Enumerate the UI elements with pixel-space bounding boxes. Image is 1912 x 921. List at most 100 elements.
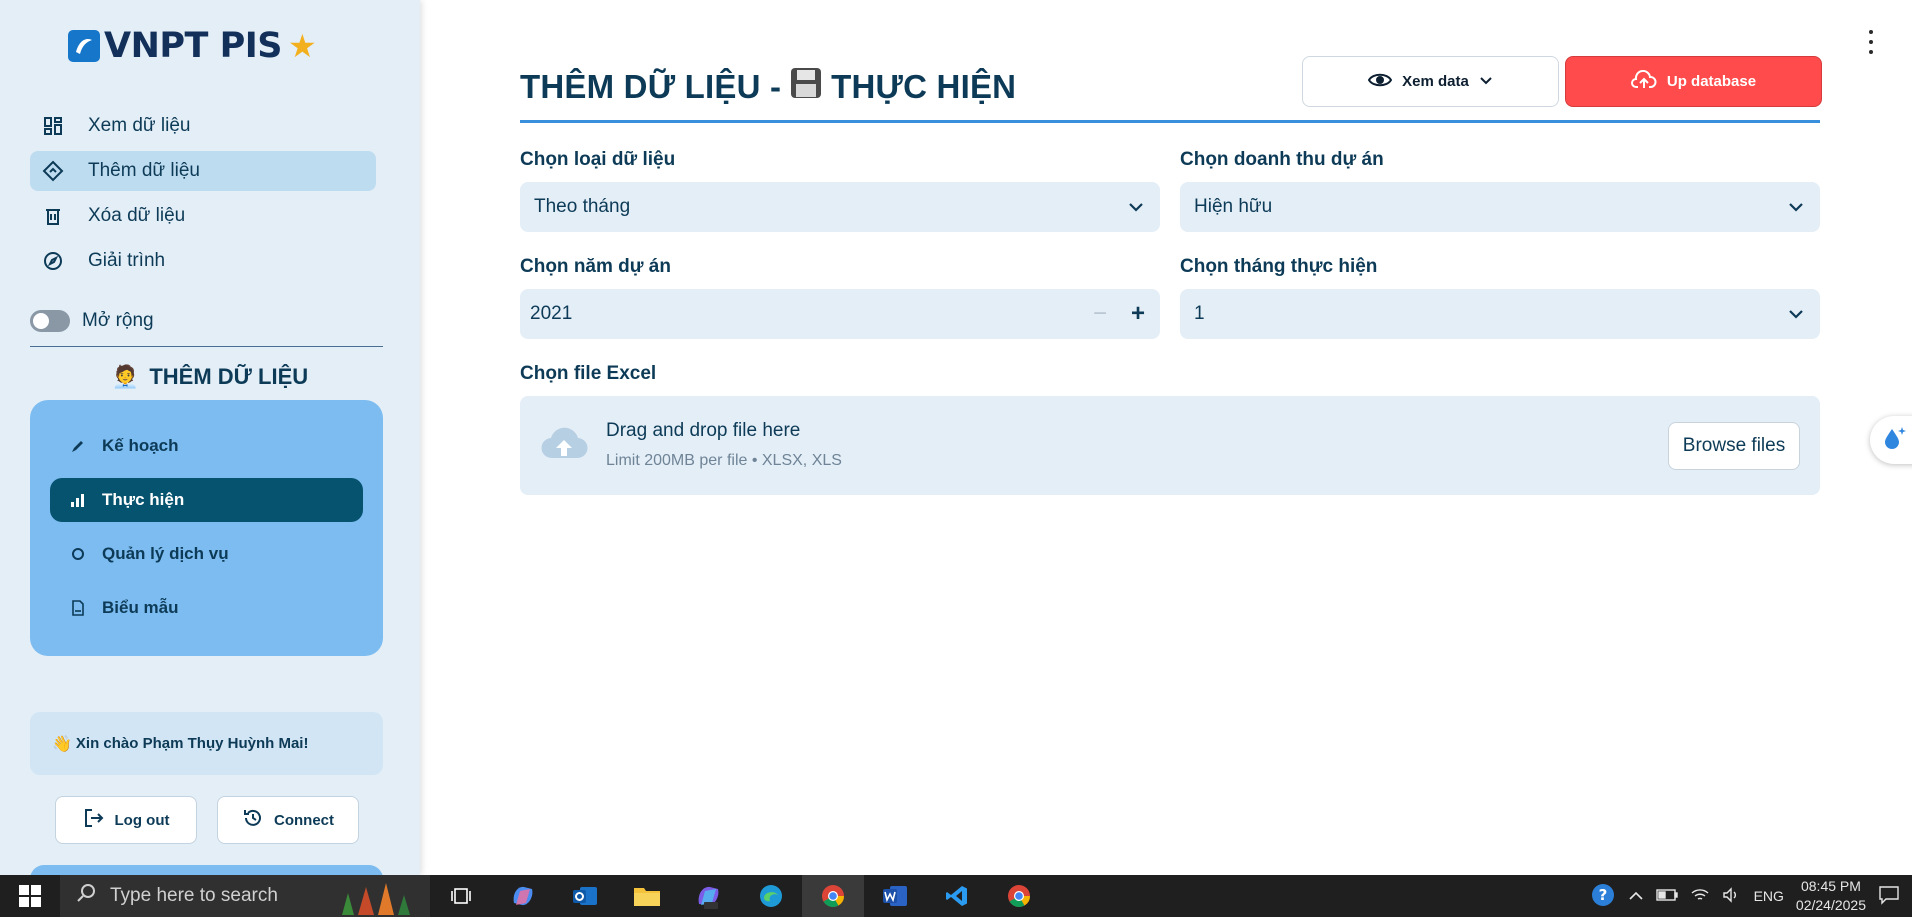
diamond-icon <box>42 160 64 182</box>
view-data-button[interactable]: Xem data <box>1302 56 1559 107</box>
nav-item-view-data[interactable]: Xem dữ liệu <box>30 106 376 146</box>
title-underline <box>520 120 1820 123</box>
water-drop-icon <box>1880 423 1910 458</box>
nav-item-label: Giải trình <box>88 250 166 271</box>
sidebar: VNPT PIS ★ Xem dữ liệu Thêm dữ liệu Xóa … <box>0 0 420 875</box>
word-app-icon[interactable] <box>864 875 926 917</box>
section-title-text: THÊM DỮ LIỆU <box>149 364 309 389</box>
logout-icon <box>83 807 105 833</box>
main-content: THÊM DỮ LIỆU - THỰC HIỆN Xem data Up dat… <box>520 0 1822 875</box>
more-options-icon[interactable] <box>1864 30 1878 54</box>
volume-icon[interactable] <box>1722 886 1742 906</box>
up-database-button[interactable]: Up database <box>1565 56 1822 107</box>
connect-button[interactable]: Connect <box>217 796 359 844</box>
view-data-label: Xem data <box>1402 73 1469 90</box>
dashboard-icon <box>42 115 64 137</box>
up-database-label: Up database <box>1666 73 1757 90</box>
document-icon <box>68 600 88 616</box>
menu-item-service-management[interactable]: Quản lý dịch vụ <box>50 532 363 576</box>
help-icon[interactable]: ? <box>1590 882 1616 911</box>
year-number-input[interactable]: 2021 − + <box>520 289 1160 339</box>
search-placeholder: Type here to search <box>110 885 278 906</box>
main-nav: Xem dữ liệu Thêm dữ liệu Xóa dữ liệu Giả… <box>30 106 376 286</box>
edge-browser-icon[interactable] <box>740 875 802 917</box>
greeting-box: 👋 Xin chào Phạm Thụy Huỳnh Mai! <box>30 712 383 775</box>
expand-toggle-label: Mở rộng <box>82 310 154 331</box>
decrement-button[interactable]: − <box>1080 289 1120 339</box>
file-label: Chọn file Excel <box>520 363 657 384</box>
trash-icon <box>42 205 64 227</box>
nav-item-label: Xem dữ liệu <box>88 115 191 136</box>
expand-toggle[interactable] <box>30 310 70 332</box>
floating-helper-button[interactable] <box>1870 416 1912 464</box>
compass-icon <box>42 250 64 272</box>
person-icon: 🧑‍💼 <box>111 364 140 389</box>
wifi-icon[interactable] <box>1690 887 1710 906</box>
cloud-upload-icon <box>1630 69 1657 94</box>
section-title: 🧑‍💼 THÊM DỮ LIỆU <box>0 364 420 390</box>
file-limit-text: Limit 200MB per file • XLSX, XLS <box>606 452 842 469</box>
drop-instruction: Drag and drop file here <box>606 420 801 441</box>
nav-item-explanation[interactable]: Giải trình <box>30 241 376 281</box>
nav-item-delete-data[interactable]: Xóa dữ liệu <box>30 196 376 236</box>
data-type-value: Theo tháng <box>534 196 631 217</box>
taskbar-search-box[interactable]: Type here to search <box>60 875 430 917</box>
revenue-select[interactable]: Hiện hữu <box>1180 182 1820 232</box>
task-view-icon[interactable] <box>430 875 492 917</box>
nav-item-add-data[interactable]: Thêm dữ liệu <box>30 151 376 191</box>
logout-label: Log out <box>114 811 170 829</box>
chevron-down-icon <box>1788 196 1804 218</box>
notification-icon[interactable] <box>1878 885 1900 908</box>
file-explorer-icon[interactable] <box>616 875 678 917</box>
vscode-app-icon[interactable] <box>926 875 988 917</box>
eye-icon <box>1367 71 1393 93</box>
menu-item-execution[interactable]: Thực hiện <box>50 478 363 522</box>
chevron-up-icon[interactable] <box>1628 888 1644 904</box>
taskbar-clock[interactable]: 08:45 PM 02/24/2025 <box>1796 877 1866 915</box>
page-title-prefix: THÊM DỮ LIỆU - <box>520 68 782 105</box>
menu-item-plan[interactable]: Kế hoạch <box>50 424 363 468</box>
file-dropzone[interactable]: Drag and drop file here Limit 200MB per … <box>520 396 1820 495</box>
system-tray: ? ENG 08:45 PM 02/24/2025 <box>1590 875 1912 917</box>
svg-text:?: ? <box>1598 886 1607 904</box>
browse-files-button[interactable]: Browse files <box>1668 422 1800 470</box>
nav-item-label: Thêm dữ liệu <box>88 160 200 181</box>
month-label: Chọn tháng thực hiện <box>1180 256 1378 277</box>
year-value[interactable]: 2021 <box>530 303 572 325</box>
search-icon <box>76 883 96 909</box>
menu-item-templates[interactable]: Biểu mẫu <box>50 586 363 630</box>
sidebar-bottom-card <box>30 865 383 875</box>
data-type-select[interactable]: Theo tháng <box>520 182 1160 232</box>
menu-item-label: Kế hoạch <box>102 436 179 455</box>
connect-label: Connect <box>274 811 334 829</box>
language-indicator[interactable]: ENG <box>1754 888 1784 904</box>
page-title-suffix: THỰC HIỆN <box>831 68 1017 105</box>
app-logo[interactable]: VNPT PIS ★ <box>68 26 317 66</box>
battery-icon[interactable] <box>1655 888 1678 904</box>
month-select[interactable]: 1 <box>1180 289 1820 339</box>
waving-hand-icon: 👋 <box>52 735 72 753</box>
page-title: THÊM DỮ LIỆU - THỰC HIỆN <box>520 66 1016 108</box>
greeting-text: Xin chào Phạm Thụy Huỳnh Mai! <box>75 735 309 752</box>
gear-icon <box>68 546 88 562</box>
nav-item-label: Xóa dữ liệu <box>88 205 186 226</box>
chevron-down-icon <box>1128 196 1144 218</box>
bar-chart-icon <box>68 492 88 508</box>
chrome-browser-icon[interactable] <box>802 875 864 917</box>
revenue-value: Hiện hữu <box>1194 196 1273 217</box>
pencil-icon <box>68 438 88 454</box>
windows-start-icon[interactable] <box>0 875 60 917</box>
outlook-app-icon[interactable] <box>554 875 616 917</box>
logout-button[interactable]: Log out <box>55 796 197 844</box>
copilot-app-icon[interactable] <box>492 875 554 917</box>
month-value: 1 <box>1194 303 1205 324</box>
menu-item-label: Biểu mẫu <box>102 598 179 617</box>
chevron-down-icon <box>1788 303 1804 325</box>
sub-menu: Kế hoạch Thực hiện Quản lý dịch vụ Biểu … <box>30 400 383 656</box>
expand-toggle-row: Mở rộng <box>30 310 154 332</box>
chrome-profile-icon[interactable] <box>988 875 1050 917</box>
data-type-label: Chọn loại dữ liệu <box>520 149 676 170</box>
m365-app-icon[interactable] <box>678 875 740 917</box>
increment-button[interactable]: + <box>1118 289 1158 339</box>
logo-text: VNPT PIS <box>104 26 282 66</box>
